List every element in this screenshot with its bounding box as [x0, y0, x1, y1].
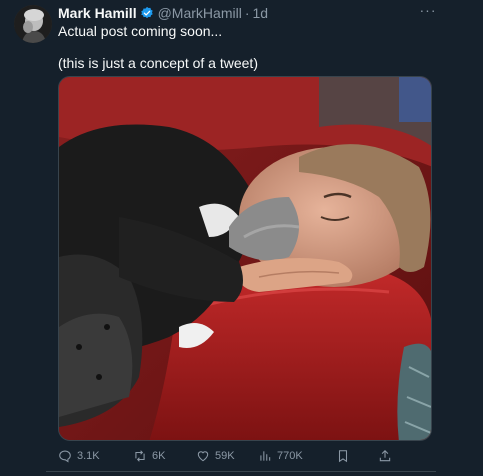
tweet-text-line-2: (this is just a concept of a tweet) [58, 55, 258, 71]
views-chart-icon [260, 451, 271, 461]
tweet-text-line-1: Actual post coming soon... [58, 23, 223, 39]
share-button[interactable] [378, 446, 397, 466]
author-name[interactable]: Mark Hamill [58, 4, 137, 22]
heart-icon [197, 451, 209, 462]
divider [46, 471, 436, 472]
bookmark-icon [338, 450, 348, 463]
views-count: 770K [277, 450, 303, 462]
retweet-button[interactable]: 6K [133, 446, 165, 466]
verified-badge-icon [140, 6, 154, 20]
retweet-icon [135, 450, 145, 462]
more-dots-icon[interactable]: ··· [419, 3, 437, 22]
author-handle[interactable]: @MarkHamill [158, 4, 242, 22]
like-count: 59K [215, 450, 235, 462]
reply-count: 3.1K [77, 450, 100, 462]
share-icon [379, 450, 391, 462]
reply-icon [59, 450, 71, 463]
retweet-count: 6K [152, 450, 166, 462]
reply-button[interactable]: 3.1K [58, 446, 100, 466]
views-button[interactable]: 770K [258, 446, 303, 466]
like-button[interactable]: 59K [196, 446, 235, 466]
tweet-media-image[interactable] [58, 76, 432, 441]
tweet-actions: 3.1K 6K 59K 770K [58, 446, 398, 466]
tweet[interactable]: Mark Hamill @MarkHamill · 1d ··· Actual … [0, 0, 483, 476]
tweet-header: Mark Hamill @MarkHamill · 1d [58, 4, 268, 22]
avatar[interactable] [14, 5, 52, 43]
timestamp[interactable]: 1d [252, 4, 268, 22]
bookmark-button[interactable] [336, 446, 355, 466]
separator-dot: · [244, 5, 250, 21]
